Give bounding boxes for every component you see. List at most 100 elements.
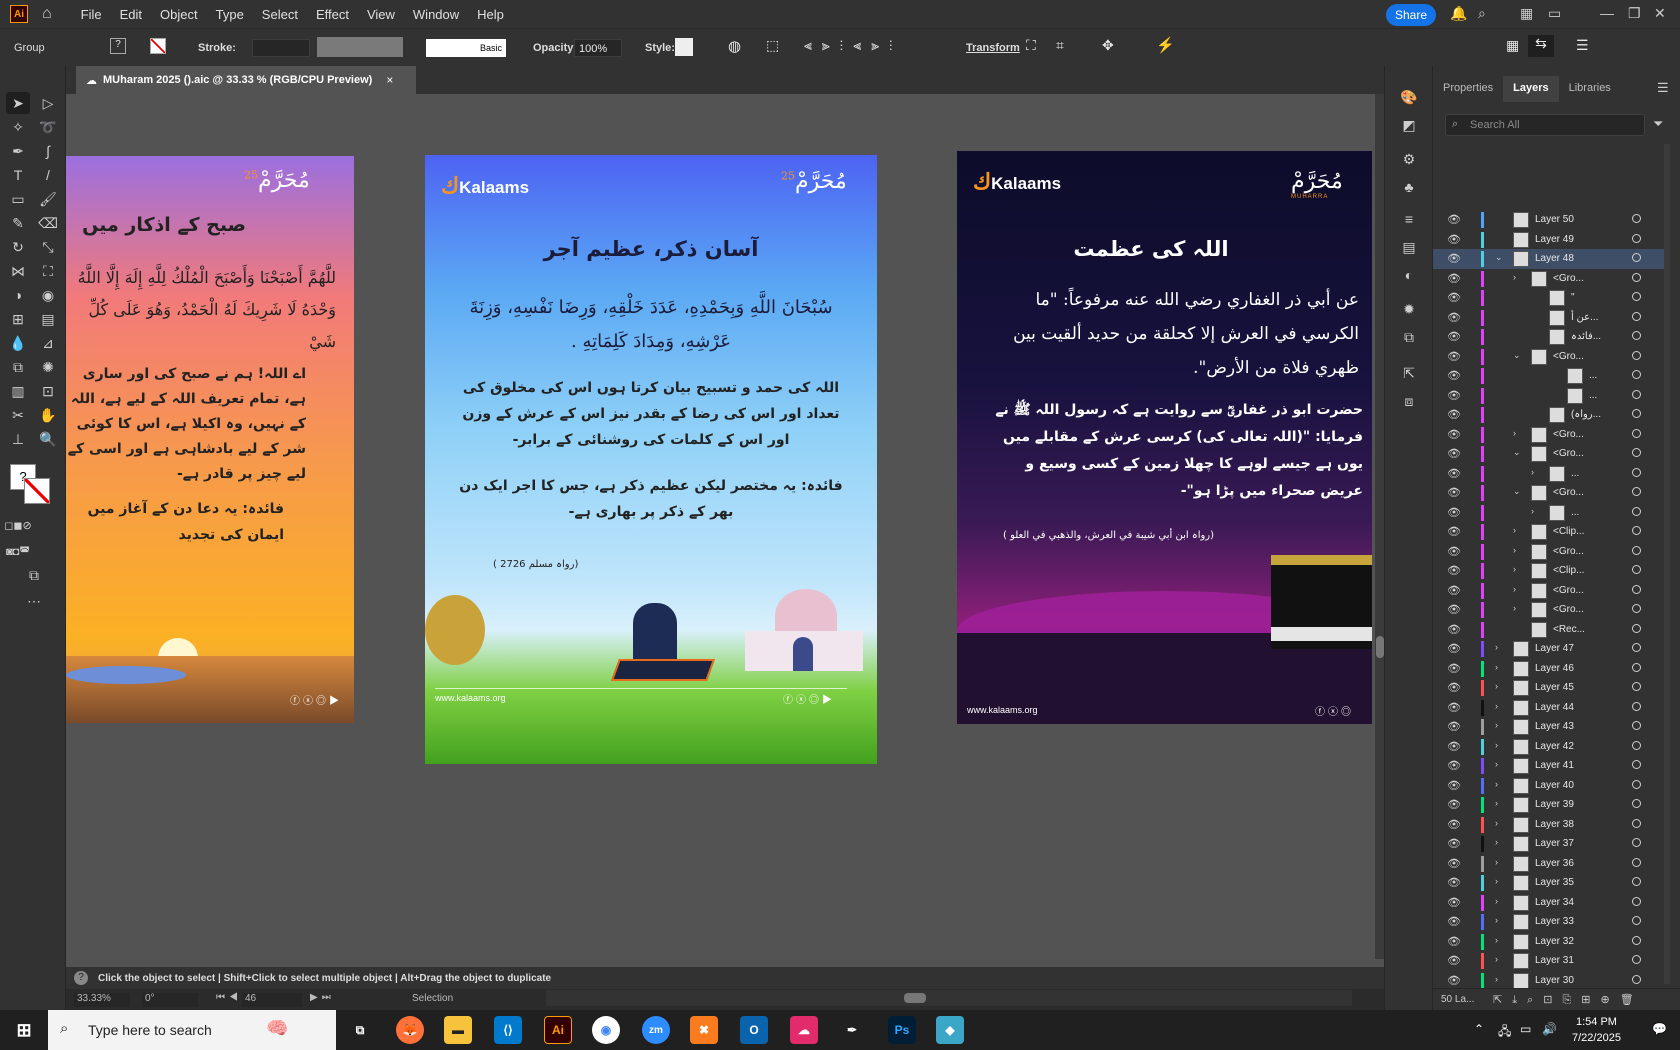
chevron-right-icon[interactable]: › xyxy=(1495,876,1498,886)
target-icon[interactable] xyxy=(1632,916,1641,925)
chevron-right-icon[interactable]: › xyxy=(1495,759,1498,769)
app-icon[interactable]: ◆ xyxy=(936,1016,964,1044)
graphic-style-swatch[interactable] xyxy=(675,38,693,56)
artboard-nav-next-icons[interactable]: ▶⏭ xyxy=(310,992,335,1003)
target-icon[interactable] xyxy=(1632,896,1641,906)
layer-row[interactable]: 👁 › Layer 46 xyxy=(1433,659,1668,679)
visibility-eye-icon[interactable]: 👁 xyxy=(1447,818,1461,831)
layer-name[interactable]: Layer 32 xyxy=(1535,936,1574,947)
layer-row[interactable]: 👁 › Layer 40 xyxy=(1433,776,1668,796)
layer-name[interactable]: Layer 44 xyxy=(1535,702,1574,713)
volume-icon[interactable]: 🔊 xyxy=(1542,1022,1557,1036)
chevron-right-icon[interactable]: › xyxy=(1495,798,1498,808)
chevron-right-icon[interactable]: › xyxy=(1495,740,1498,750)
layer-row[interactable]: 👁 ›... xyxy=(1433,464,1668,484)
measure-tool-icon[interactable]: ⊿ xyxy=(36,332,60,354)
layer-row[interactable]: 👁 › <Gro... xyxy=(1433,269,1668,289)
target-icon[interactable] xyxy=(1632,292,1641,301)
slice-tool-icon[interactable]: ✂ xyxy=(6,404,30,426)
visibility-eye-icon[interactable]: 👁 xyxy=(1447,662,1461,675)
target-icon[interactable] xyxy=(1632,760,1641,769)
graph-tool-icon[interactable]: ▥ xyxy=(6,380,30,402)
layer-name[interactable]: Layer 31 xyxy=(1535,955,1574,966)
zoom-app-icon[interactable]: zm xyxy=(642,1016,670,1044)
target-icon[interactable] xyxy=(1632,233,1641,243)
stroke-color-icon[interactable] xyxy=(24,478,50,504)
chevron-right-icon[interactable]: › xyxy=(1513,564,1516,574)
target-icon[interactable] xyxy=(1632,838,1641,847)
outlook-icon[interactable]: O xyxy=(740,1016,768,1044)
layer-row[interactable]: 👁 ⌄ <Gro... xyxy=(1433,444,1668,464)
layer-row[interactable]: 👁 Layer 49 xyxy=(1433,230,1668,250)
bell-icon[interactable]: 🔔 xyxy=(1450,5,1467,22)
menu-select[interactable]: Select xyxy=(253,7,307,22)
close-tab-icon[interactable]: × xyxy=(386,73,393,87)
chevron-right-icon[interactable]: › xyxy=(1495,915,1498,925)
target-icon[interactable] xyxy=(1632,467,1641,477)
artboards-panel-icon[interactable]: ⧈ xyxy=(1397,390,1421,412)
layer-row[interactable]: 👁 › <Gro... xyxy=(1433,581,1668,601)
layer-name[interactable]: Layer 47 xyxy=(1535,643,1574,654)
target-icon[interactable] xyxy=(1632,545,1641,555)
layer-name[interactable]: عن أ... xyxy=(1571,312,1598,323)
layer-name[interactable]: Layer 36 xyxy=(1535,858,1574,869)
target-icon[interactable] xyxy=(1632,857,1641,867)
artboard-tool-icon[interactable]: ⊡ xyxy=(36,380,60,402)
direct-selection-tool-icon[interactable]: ▷ xyxy=(36,92,60,114)
chevron-right-icon[interactable]: › xyxy=(1495,720,1498,730)
zoom-tool-icon[interactable]: 🔍 xyxy=(36,428,60,450)
visibility-eye-icon[interactable]: 👁 xyxy=(1447,837,1461,850)
layer-name[interactable]: فائدہ... xyxy=(1571,331,1601,342)
layer-row[interactable]: 👁 <Rec... xyxy=(1433,620,1668,640)
layer-name[interactable]: Layer 42 xyxy=(1535,741,1574,752)
eraser-tool-icon[interactable]: ⌫ xyxy=(36,212,60,234)
visibility-eye-icon[interactable]: 👁 xyxy=(1447,369,1461,382)
layer-row[interactable]: 👁 " xyxy=(1433,288,1668,308)
layer-name[interactable]: Layer 33 xyxy=(1535,916,1574,927)
color-mode-icons[interactable]: ◻◼⊘ xyxy=(4,514,31,536)
file-explorer-icon[interactable]: ▬ xyxy=(444,1016,472,1044)
lasso-tool-icon[interactable]: ➰ xyxy=(36,116,60,138)
layer-name[interactable]: <Gro... xyxy=(1553,487,1584,498)
chevron-right-icon[interactable]: › xyxy=(1495,662,1498,672)
chevron-right-icon[interactable]: › xyxy=(1495,935,1498,945)
share-button[interactable]: Share xyxy=(1386,4,1436,26)
filter-icon[interactable]: ⏷ xyxy=(1653,116,1663,132)
screen-mode-icon[interactable]: ⧉ xyxy=(22,564,46,586)
canvas[interactable]: مُحَرَّمْ25 صبح کے اذکار میں للَّهُمَّ أ… xyxy=(66,94,1384,965)
target-icon[interactable] xyxy=(1632,818,1641,828)
visibility-eye-icon[interactable]: 👁 xyxy=(1447,350,1461,363)
quick-actions-icon[interactable]: ⚡ xyxy=(1156,36,1175,54)
width-tool-icon[interactable]: ⋈ xyxy=(6,260,30,282)
chevron-right-icon[interactable]: › xyxy=(1495,642,1498,652)
type-tool-icon[interactable]: T xyxy=(6,164,30,186)
fill-swatch[interactable]: ? xyxy=(110,38,126,54)
chevron-right-icon[interactable]: › xyxy=(1513,545,1516,555)
layer-name[interactable]: Layer 37 xyxy=(1535,838,1574,849)
visibility-eye-icon[interactable]: 👁 xyxy=(1447,759,1461,772)
target-icon[interactable] xyxy=(1632,701,1641,711)
restore-icon[interactable]: ❐ xyxy=(1628,5,1641,22)
vscode-icon[interactable]: ⟨⟩ xyxy=(494,1016,522,1044)
layer-row[interactable]: 👁... xyxy=(1433,366,1668,386)
layer-name[interactable]: Layer 43 xyxy=(1535,721,1574,732)
more-options-icon[interactable]: ☰ xyxy=(1576,37,1589,54)
tab-properties[interactable]: Properties xyxy=(1433,76,1503,102)
magic-wand-tool-icon[interactable]: ✧ xyxy=(6,116,30,138)
layer-name[interactable]: Layer 41 xyxy=(1535,760,1574,771)
chevron-right-icon[interactable]: › xyxy=(1531,467,1534,477)
brushes-panel-icon[interactable]: ⚙ xyxy=(1397,148,1421,170)
menu-object[interactable]: Object xyxy=(151,7,207,22)
visibility-eye-icon[interactable]: 👁 xyxy=(1447,584,1461,597)
illustrator-taskbar-icon[interactable]: Ai xyxy=(544,1016,572,1044)
visibility-eye-icon[interactable]: 👁 xyxy=(1447,447,1461,460)
menu-help[interactable]: Help xyxy=(468,7,513,22)
visibility-eye-icon[interactable]: 👁 xyxy=(1447,213,1461,226)
visibility-eye-icon[interactable]: 👁 xyxy=(1447,779,1461,792)
pen-app-icon[interactable]: ✒ xyxy=(838,1016,866,1044)
layer-row[interactable]: 👁 ⌄ <Gro... xyxy=(1433,483,1668,503)
layer-name[interactable]: <Gro... xyxy=(1553,351,1584,362)
network-icon[interactable]: 🖧 xyxy=(1498,1022,1511,1043)
layer-name[interactable]: Layer 40 xyxy=(1535,780,1574,791)
target-icon[interactable] xyxy=(1632,604,1641,613)
